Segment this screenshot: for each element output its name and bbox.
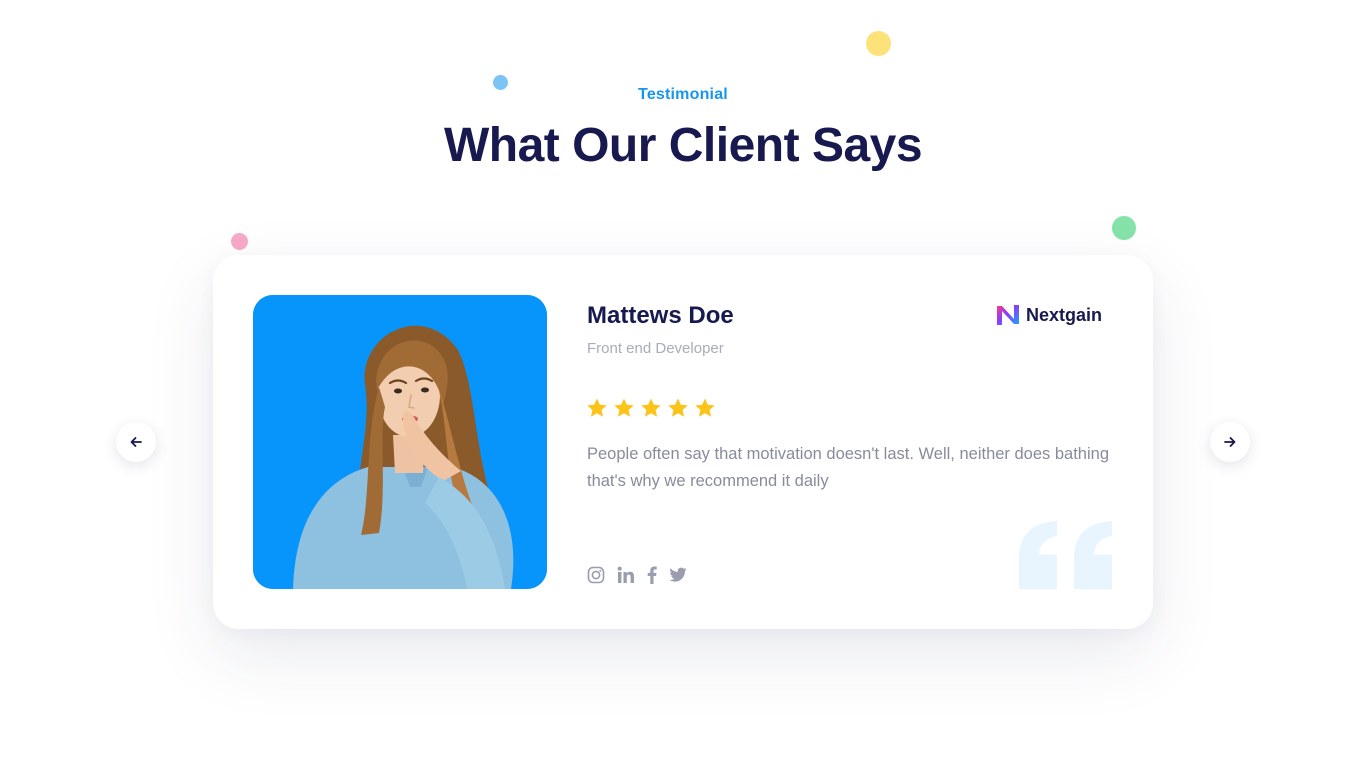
twitter-icon: [669, 567, 687, 582]
facebook-icon: [647, 566, 657, 584]
quote-mark-icon: [1019, 521, 1112, 589]
client-photo: [253, 295, 547, 589]
section-eyebrow: Testimonial: [638, 86, 728, 103]
linkedin-icon: [617, 566, 634, 583]
star-icon: [641, 398, 661, 417]
twitter-link[interactable]: [669, 565, 687, 585]
section-heading: What Our Client Says: [443, 119, 923, 172]
star-rating: [585, 396, 717, 420]
next-testimonial-button[interactable]: [1210, 422, 1250, 462]
nextgain-logo-icon: [997, 305, 1019, 325]
star-icon: [668, 398, 688, 417]
testimonial-card: Mattews Doe Front end Developer Nextgain…: [213, 255, 1153, 629]
instagram-icon: [587, 566, 605, 584]
star-icon: [695, 398, 715, 417]
company-logo: Nextgain: [996, 304, 1102, 326]
star-icon: [587, 398, 607, 417]
arrow-left-icon: [130, 437, 142, 447]
social-links: [587, 565, 687, 585]
company-name: Nextgain: [1026, 304, 1103, 325]
previous-testimonial-button[interactable]: [116, 422, 156, 462]
testimonial-quote: People often say that motivation doesn't…: [587, 445, 1109, 490]
linkedin-link[interactable]: [617, 565, 635, 585]
client-name: Mattews Doe: [587, 302, 734, 329]
decorative-dot-green: [1112, 216, 1136, 240]
instagram-link[interactable]: [587, 565, 605, 585]
client-role: Front end Developer: [587, 340, 724, 357]
star-icon: [614, 398, 634, 417]
facebook-link[interactable]: [647, 565, 657, 585]
decorative-dot-yellow: [866, 31, 891, 56]
arrow-right-icon: [1224, 437, 1236, 447]
decorative-dot-pink: [231, 233, 248, 250]
